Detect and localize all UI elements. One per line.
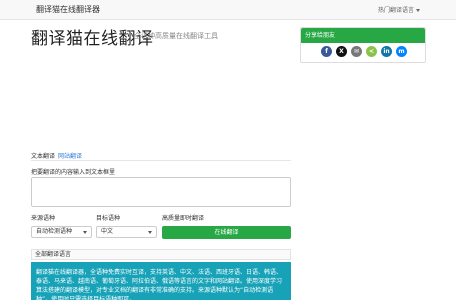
popular-languages-dropdown[interactable]: 热门翻译语言 xyxy=(378,5,420,14)
translation-tabs: 文本翻译 网站翻译 xyxy=(31,151,82,160)
linkedin-icon[interactable]: in xyxy=(381,46,392,57)
top-navbar: 翻译猫在线翻译器 热门翻译语言 xyxy=(0,0,456,20)
all-languages-header[interactable]: 全部翻译语言 xyxy=(31,249,291,260)
caret-down-icon xyxy=(416,9,420,12)
messenger-icon[interactable]: m xyxy=(396,46,407,57)
page-subtitle: 全语种高质量在线翻译工具 xyxy=(134,32,218,40)
quality-translation-label: 高质量即时翻译 xyxy=(162,215,205,222)
sharethis-icon[interactable]: < xyxy=(366,46,377,57)
input-label: 把要翻译的内容输入到文本框里 xyxy=(31,169,116,176)
source-text-input[interactable] xyxy=(31,177,291,207)
popular-languages-label: 热门翻译语言 xyxy=(377,7,414,14)
target-language-value: 中文 xyxy=(101,228,114,235)
tab-website-translation[interactable]: 网站翻译 xyxy=(58,153,82,160)
x-icon[interactable]: X xyxy=(336,46,347,57)
share-panel: 分享给朋友 f X ✉ < in m xyxy=(300,27,426,63)
chevron-down-icon xyxy=(148,231,152,234)
chevron-down-icon xyxy=(83,231,87,234)
tab-text-translation[interactable]: 文本翻译 xyxy=(31,153,55,160)
facebook-icon[interactable]: f xyxy=(321,46,332,57)
source-language-value: 自动检测语种 xyxy=(36,228,73,235)
share-panel-title: 分享给朋友 xyxy=(301,28,425,43)
source-language-label: 来源语种 xyxy=(31,215,56,222)
tabs-divider xyxy=(31,160,291,161)
email-icon[interactable]: ✉ xyxy=(351,46,362,57)
target-language-select[interactable]: 中文 xyxy=(96,226,157,238)
source-language-select[interactable]: 自动检测语种 xyxy=(31,226,92,238)
target-language-label: 目标语种 xyxy=(96,215,121,222)
translate-button[interactable]: 在线翻译 xyxy=(162,226,291,239)
info-description: 翻译猫在线翻译器，全语种免费实时互译，支持英语、中文、法语、西班牙语、日语、韩语… xyxy=(31,262,291,300)
site-brand-link[interactable]: 翻译猫在线翻译器 xyxy=(36,4,100,15)
